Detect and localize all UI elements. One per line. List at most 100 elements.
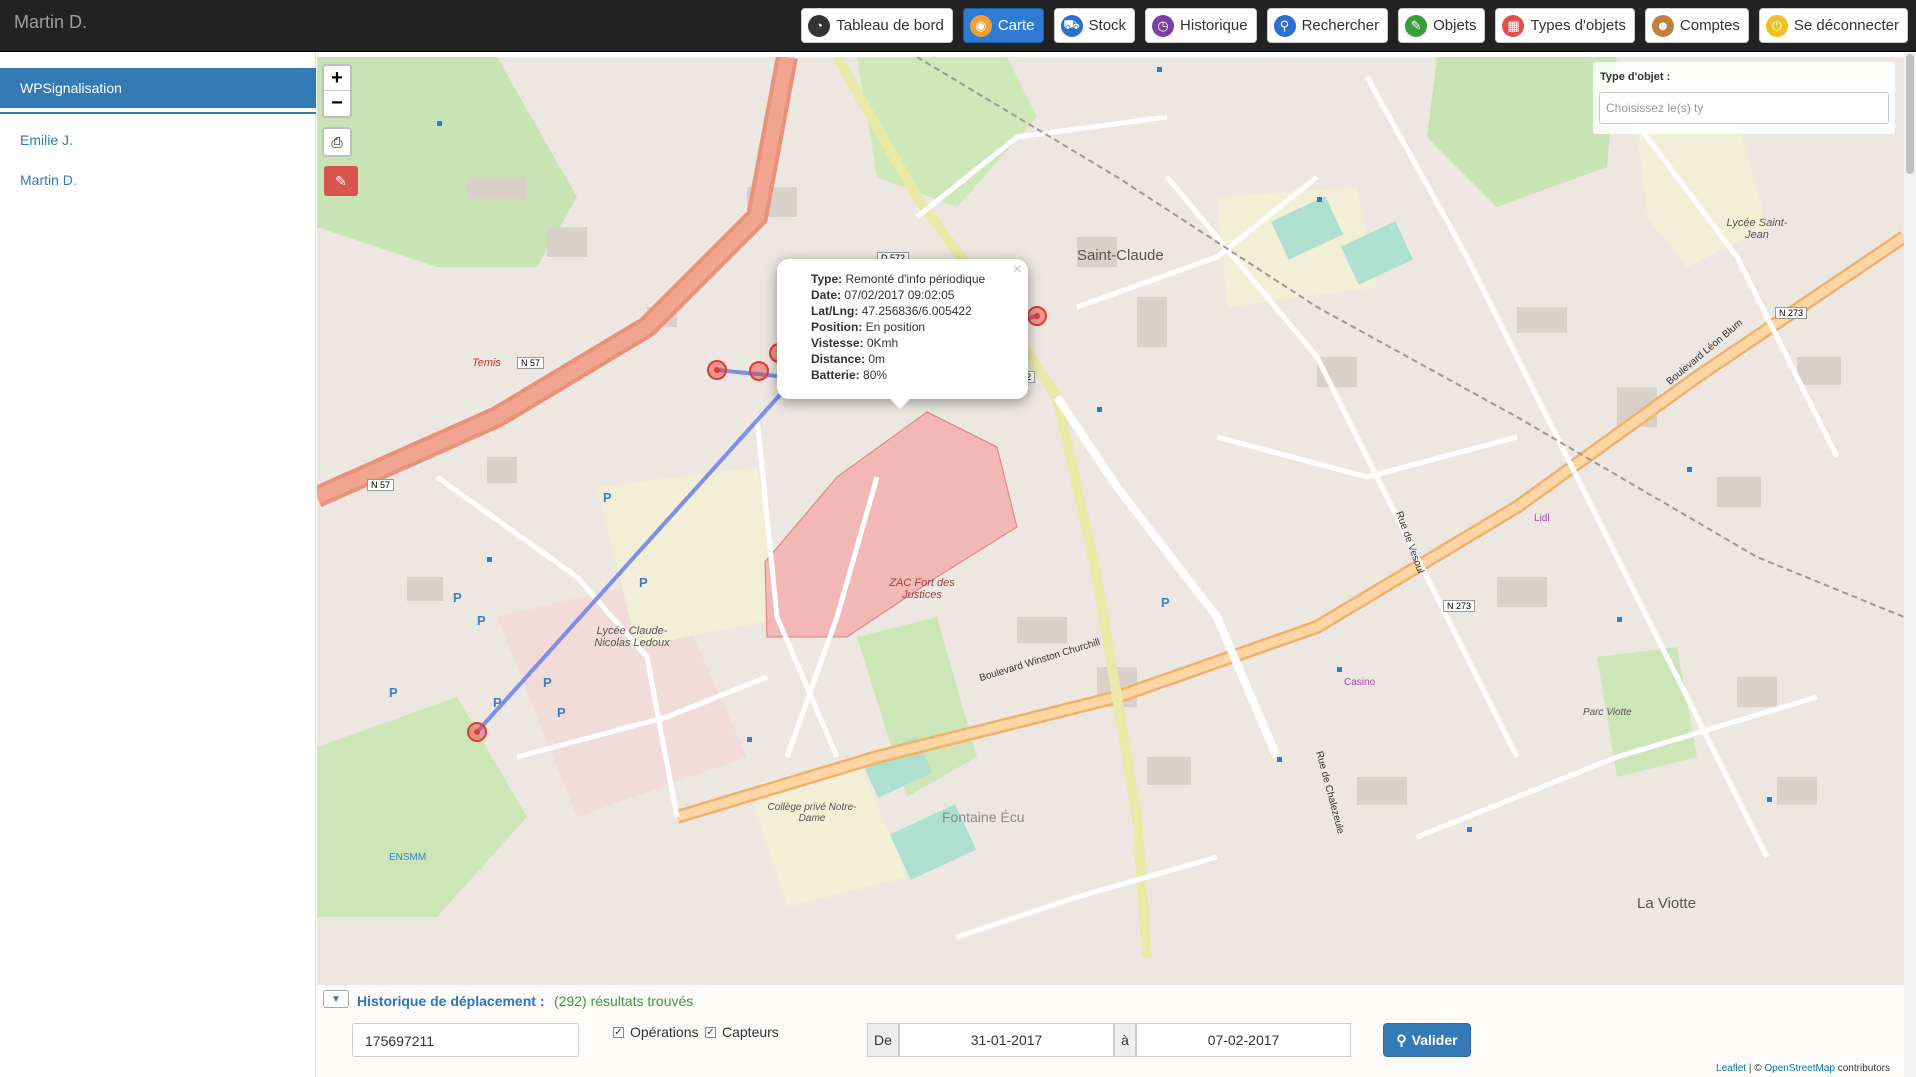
nav-button-label: Objets xyxy=(1433,17,1477,34)
nav-button-search[interactable]: ⚲ Rechercher xyxy=(1266,8,1389,43)
eraser-button[interactable]: ✎ xyxy=(324,166,358,196)
print-button[interactable]: ⎙ xyxy=(322,127,352,157)
logout-icon: ⏻ xyxy=(1765,14,1788,37)
checkbox-checked-icon: ✓ xyxy=(613,1026,624,1038)
object-type-label: Type d'objet : xyxy=(1600,71,1671,83)
popup-distance-value: 0m xyxy=(868,352,886,366)
map-attribution: Leaflet | © OpenStreetMap contributors xyxy=(1712,1063,1894,1074)
page-scrollbar[interactable] xyxy=(1904,52,1916,1077)
printer-icon: ⎙ xyxy=(331,133,343,150)
date-range-group: De 31-01-2017 à 07-02-2017 xyxy=(867,1023,1351,1057)
current-user-name: Martin D. xyxy=(14,12,88,32)
history-title: Historique de déplacement : xyxy=(357,993,545,1009)
nav-button-label: Carte xyxy=(997,17,1035,34)
objects-icon: ✎ xyxy=(1405,14,1428,37)
popup-date-value: 07/02/2017 09:02:05 xyxy=(844,288,955,302)
nav-button-logout[interactable]: ⏻ Se déconnecter xyxy=(1758,8,1908,43)
from-label: De xyxy=(867,1023,899,1057)
sidebar-header[interactable]: WPSignalisation xyxy=(0,68,316,108)
map-icon: ◉ xyxy=(969,14,992,37)
place-label-ensmm: ENSMM xyxy=(389,852,427,863)
svg-text:P: P xyxy=(557,705,566,720)
cart-icon: ⛟ xyxy=(1060,14,1083,37)
sidebar-user-emilie[interactable]: Emilie J. xyxy=(20,132,73,148)
chevron-down-icon: ▼ xyxy=(331,993,341,1005)
svg-text:P: P xyxy=(543,675,552,690)
operations-checkbox[interactable]: ✓ Opérations xyxy=(613,1024,698,1040)
nav-button-label: Stock xyxy=(1088,17,1127,34)
place-label-casino: Casino xyxy=(1344,677,1376,688)
top-navbar: Martin D. ◔ Tableau de bord ◉ Carte ⛟ Stock ◷ H… xyxy=(0,0,1916,52)
popup-latlng-row: Lat/Lng: 47.256836/6.005422 xyxy=(811,304,972,318)
object-type-filter-panel: Type d'objet : Choisissez le(s) ty xyxy=(1593,62,1895,134)
place-label-zac: ZAC Fort des Justices xyxy=(889,577,955,601)
nav-button-history[interactable]: ◷ Historique xyxy=(1145,8,1257,43)
popup-battery-row: Batterie: 80% xyxy=(811,368,888,382)
to-label: à xyxy=(1114,1023,1136,1057)
svg-text:P: P xyxy=(389,685,398,700)
history-result-count: (292) résultats trouvés xyxy=(554,993,694,1009)
popup-distance-row: Distance: 0m xyxy=(811,352,886,366)
nav-button-objects[interactable]: ✎ Objets xyxy=(1398,8,1486,43)
history-panel: ▼ Historique de déplacement : (292) résu… xyxy=(317,985,1904,1077)
checkbox-checked-icon: ✓ xyxy=(705,1026,716,1038)
road-shield-n57-west: N 57 xyxy=(367,479,395,491)
place-label-la-viotte: La Viotte xyxy=(1637,895,1696,912)
sidebar: WPSignalisation Emilie J. Martin D. xyxy=(0,52,316,1077)
road-shield-n57: N 57 xyxy=(517,357,545,369)
nav-button-label: Types d'objets xyxy=(1530,17,1626,34)
to-date-input[interactable]: 07-02-2017 xyxy=(1136,1023,1351,1057)
popup-date-row: Date: 07/02/2017 09:02:05 xyxy=(811,288,955,302)
scrollbar-thumb[interactable] xyxy=(1906,54,1914,174)
object-id-input[interactable]: 175697211 xyxy=(352,1023,579,1057)
road-shield-n273-east: N 273 xyxy=(1775,307,1808,319)
place-label-parc-viotte: Parc Viotte xyxy=(1583,707,1632,718)
svg-text:P: P xyxy=(477,613,486,628)
osm-link[interactable]: OpenStreetMap xyxy=(1764,1063,1835,1074)
from-date-input[interactable]: 31-01-2017 xyxy=(899,1023,1114,1057)
leaflet-link[interactable]: Leaflet xyxy=(1716,1063,1746,1074)
popup-type-value: Remonté d'info périodique xyxy=(845,272,986,286)
nav-button-dashboard[interactable]: ◔ Tableau de bord xyxy=(801,8,953,43)
popup-battery-value: 80% xyxy=(863,368,888,382)
popup-speed-row: Vistesse: 0Kmh xyxy=(811,336,899,350)
place-label-saint-claude: Saint-Claude xyxy=(1077,247,1164,264)
place-label-college-notre-dame: Collège privé Notre-Dame xyxy=(767,802,857,824)
eraser-icon: ✎ xyxy=(335,172,347,189)
nav-button-label: Rechercher xyxy=(1301,17,1380,34)
map-canvas[interactable]: ! PPP PPP PPP Saint-Claude La Viotte ZAC… xyxy=(317,57,1904,1077)
popup-position-value: En position xyxy=(865,320,926,334)
nav-button-object-types[interactable]: ▦ Types d'objets xyxy=(1495,8,1635,43)
road-shield-n273: N 273 xyxy=(1443,600,1476,612)
sidebar-user-martin[interactable]: Martin D. xyxy=(20,172,77,188)
nav-button-map[interactable]: ◉ Carte xyxy=(962,8,1044,43)
svg-text:P: P xyxy=(1161,595,1170,610)
info-popup: × Type: Remonté d'info périodique Date: … xyxy=(777,259,1028,409)
dashboard-icon: ◔ xyxy=(808,14,831,37)
object-types-icon: ▦ xyxy=(1502,14,1525,37)
operations-label: Opérations xyxy=(630,1024,699,1040)
accounts-icon: ☻ xyxy=(1651,14,1674,37)
submit-button[interactable]: ⚲ Valider xyxy=(1383,1023,1471,1057)
nav-button-cart[interactable]: ⛟ Stock xyxy=(1053,8,1136,43)
close-icon[interactable]: × xyxy=(1013,261,1022,279)
place-label-lycee-ledoux: Lycée Claude-Nicolas Ledoux xyxy=(594,625,670,649)
popup-position-row: Position: En position xyxy=(811,320,926,334)
popup-speed-value: 0Kmh xyxy=(866,336,899,350)
sensors-checkbox[interactable]: ✓ Capteurs xyxy=(705,1024,779,1040)
zoom-in-button[interactable]: + xyxy=(324,66,350,91)
place-label-temis: Temis xyxy=(472,357,501,369)
svg-text:P: P xyxy=(639,575,648,590)
svg-text:P: P xyxy=(493,695,502,710)
object-type-select[interactable]: Choisissez le(s) ty xyxy=(1599,92,1889,124)
history-collapse-button[interactable]: ▼ xyxy=(323,990,349,1008)
nav-button-label: Tableau de bord xyxy=(836,17,944,34)
popup-latlng-value: 47.256836/6.005422 xyxy=(861,304,972,318)
zoom-out-button[interactable]: − xyxy=(324,91,350,116)
search-icon: ⚲ xyxy=(1396,1031,1407,1048)
zoom-control: + − xyxy=(322,64,352,118)
sensors-label: Capteurs xyxy=(722,1024,779,1040)
sidebar-divider xyxy=(0,112,316,114)
nav-button-accounts[interactable]: ☻ Comptes xyxy=(1644,8,1749,43)
place-label-lidl: Lidl xyxy=(1534,513,1550,524)
